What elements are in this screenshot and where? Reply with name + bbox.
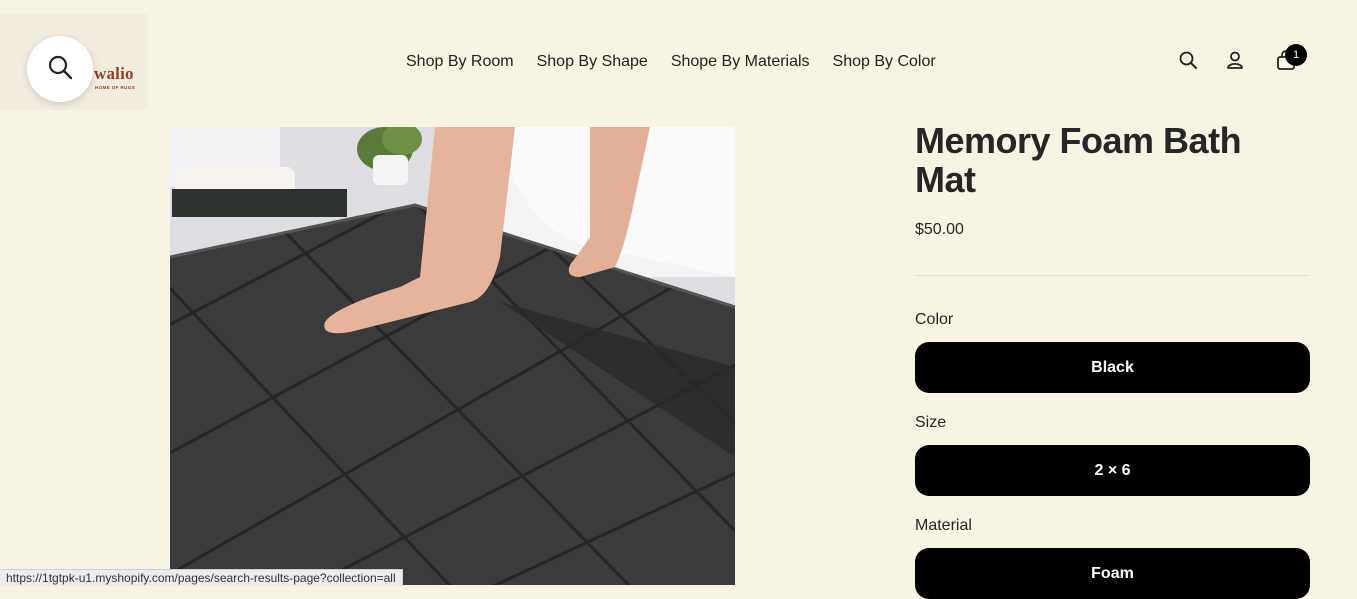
color-option-black[interactable]: Black [915, 342, 1310, 393]
logo-text: walio [94, 64, 134, 83]
color-label: Color [915, 311, 954, 328]
logo-tagline: HOME OF RUGS [95, 85, 136, 90]
size-option[interactable]: 2 × 6 [915, 445, 1310, 496]
floating-search-button[interactable] [27, 36, 93, 102]
account-button[interactable] [1223, 50, 1247, 74]
nav-shop-by-room[interactable]: Shop By Room [406, 53, 514, 71]
main-nav: Shop By Room Shop By Shape Shope By Mate… [406, 53, 959, 71]
product-price: $50.00 [915, 221, 964, 238]
nav-shop-by-color[interactable]: Shop By Color [833, 53, 936, 71]
nav-shop-by-materials[interactable]: Shope By Materials [671, 53, 810, 71]
nav-shop-by-shape[interactable]: Shop By Shape [537, 53, 648, 71]
header-search-button[interactable] [1176, 50, 1200, 74]
search-icon [47, 54, 73, 85]
material-option-foam[interactable]: Foam [915, 548, 1310, 599]
product-title: Memory Foam Bath Mat [915, 120, 1242, 200]
divider [915, 275, 1310, 276]
search-icon [1178, 50, 1198, 75]
status-bar-url: https://1tgtpk-u1.myshopify.com/pages/se… [0, 569, 403, 586]
account-icon [1225, 50, 1245, 75]
cart-count-badge: 1 [1285, 44, 1307, 66]
size-label: Size [915, 414, 947, 431]
material-label: Material [915, 517, 972, 534]
bath-mat-product-image[interactable] [170, 127, 735, 585]
